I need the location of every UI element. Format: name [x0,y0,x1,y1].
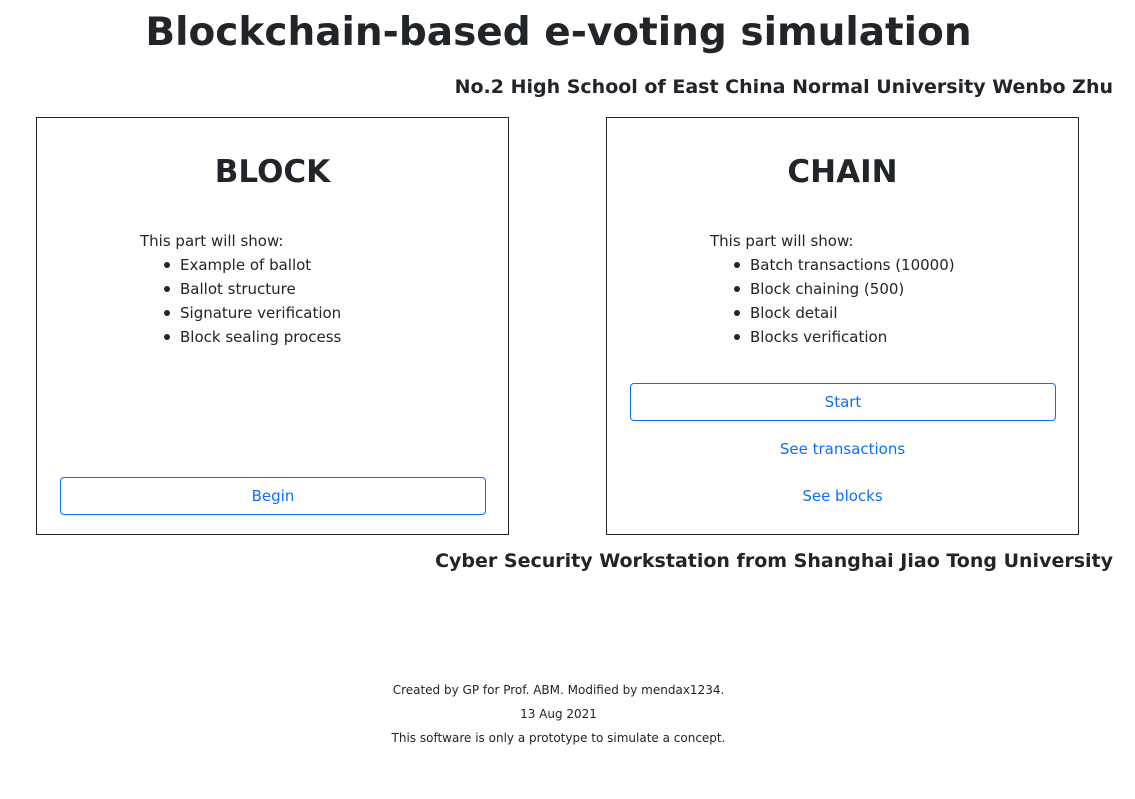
list-item: Block chaining (500) [734,277,955,301]
chain-card: CHAIN This part will show: Batch transac… [606,117,1079,535]
footer: Created by GP for Prof. ABM. Modified by… [0,678,1117,750]
block-card-intro: This part will show: Example of ballot B… [140,229,341,349]
list-item: Ballot structure [163,277,341,301]
list-item: Example of ballot [163,253,341,277]
block-card-list: Example of ballot Ballot structure Signa… [140,253,341,349]
start-button[interactable]: Start [630,383,1056,421]
chain-card-heading: CHAIN [787,154,898,190]
footer-date: 13 Aug 2021 [520,707,597,721]
list-item: Signature verification [163,301,341,325]
begin-button[interactable]: Begin [60,477,486,515]
list-item: Blocks verification [734,325,955,349]
list-item: Block sealing process [163,325,341,349]
block-card-heading: BLOCK [214,154,331,190]
page-title: Blockchain-based e-voting simulation [145,10,972,55]
block-card: BLOCK This part will show: Example of ba… [36,117,509,535]
list-item: Block detail [734,301,955,325]
page: Blockchain-based e-voting simulation No.… [0,0,1135,799]
chain-card-intro-text: This part will show: [710,232,854,250]
affiliation-line: Cyber Security Workstation from Shanghai… [435,550,1113,572]
see-blocks-link[interactable]: See blocks [607,485,1078,507]
list-item: Batch transactions (10000) [734,253,955,277]
chain-card-intro: This part will show: Batch transactions … [710,229,955,349]
chain-card-list: Batch transactions (10000) Block chainin… [710,253,955,349]
block-card-intro-text: This part will show: [140,232,284,250]
author-line: No.2 High School of East China Normal Un… [454,76,1113,98]
see-transactions-link[interactable]: See transactions [607,438,1078,460]
footer-credit: Created by GP for Prof. ABM. Modified by… [392,683,725,697]
footer-disclaimer: This software is only a prototype to sim… [391,731,726,745]
